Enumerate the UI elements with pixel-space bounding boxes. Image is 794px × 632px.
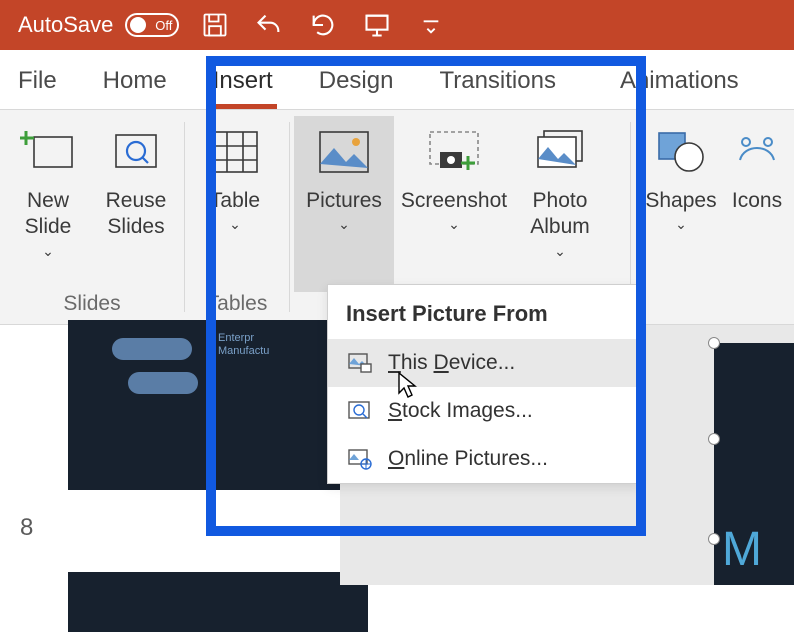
screenshot-icon <box>423 122 485 182</box>
icons-icon <box>726 122 788 182</box>
thumb-shape <box>112 338 192 360</box>
menu-item-label: Stock Images... <box>388 399 533 423</box>
customize-qat-icon[interactable] <box>413 7 449 43</box>
device-icon <box>346 351 374 375</box>
menu-item-label: Online Pictures... <box>388 447 548 471</box>
reuse-slides-button[interactable]: Reuse Slides <box>92 116 180 292</box>
undo-icon[interactable] <box>251 7 287 43</box>
screenshot-button[interactable]: Screenshot ⌄ <box>394 116 514 292</box>
tab-file[interactable]: File <box>14 57 61 109</box>
pictures-icon <box>313 122 375 182</box>
table-button[interactable]: Table ⌄ <box>189 116 281 292</box>
chevron-down-icon: ⌄ <box>338 216 350 233</box>
group-illustrations: Shapes ⌄ Icons <box>631 110 791 324</box>
selection-handle[interactable] <box>708 433 720 445</box>
table-label: Table <box>210 188 260 214</box>
group-tables: Table ⌄ Tables <box>185 110 289 324</box>
title-bar: AutoSave Off <box>0 0 794 50</box>
group-slides: New Slide ⌄ Reuse Slides Slides <box>0 110 184 324</box>
group-label-tables: Tables <box>189 292 285 320</box>
shapes-label: Shapes <box>645 188 716 214</box>
slide-thumbnail-panel: Enterpr Manufactu 8 <box>0 325 340 585</box>
chevron-down-icon: ⌄ <box>675 216 687 233</box>
photo-album-icon <box>529 122 591 182</box>
thumb-text: Enterpr Manufactu <box>218 332 269 358</box>
new-slide-button[interactable]: New Slide ⌄ <box>4 116 92 292</box>
group-label-slides: Slides <box>4 292 180 320</box>
autosave-label: AutoSave <box>18 12 113 38</box>
selection-handle[interactable] <box>708 337 720 349</box>
online-pictures-icon <box>346 447 374 471</box>
icons-label: Icons <box>732 188 782 214</box>
chevron-down-icon: ⌄ <box>554 243 566 260</box>
tab-insert[interactable]: Insert <box>209 57 277 109</box>
reuse-slides-label: Reuse Slides <box>106 188 167 241</box>
slide-number: 8 <box>20 514 326 542</box>
photo-album-button[interactable]: Photo Album ⌄ <box>514 116 606 292</box>
save-icon[interactable] <box>197 7 233 43</box>
chevron-down-icon: ⌄ <box>42 243 54 260</box>
slide-object[interactable]: M <box>714 343 794 585</box>
menu-item-this-device[interactable]: This Device... <box>328 339 638 387</box>
tab-home[interactable]: Home <box>99 57 171 109</box>
autosave-toggle[interactable]: Off <box>125 13 179 37</box>
slide-text: M <box>722 522 762 577</box>
new-slide-label: New Slide <box>25 188 72 241</box>
autosave-control[interactable]: AutoSave Off <box>18 12 179 38</box>
menu-item-stock-images[interactable]: Stock Images... <box>328 387 638 435</box>
tab-design[interactable]: Design <box>315 57 398 109</box>
thumb-shape <box>128 372 198 394</box>
shapes-button[interactable]: Shapes ⌄ <box>635 116 727 292</box>
screenshot-label: Screenshot <box>401 188 507 214</box>
slide-thumbnail[interactable]: Enterpr Manufactu <box>68 320 368 490</box>
pictures-label: Pictures <box>306 188 382 214</box>
toggle-knob <box>130 17 146 33</box>
stock-images-icon <box>346 399 374 423</box>
table-icon <box>204 122 266 182</box>
tab-transitions[interactable]: Transitions <box>435 57 559 109</box>
tab-animations[interactable]: Animations <box>616 57 743 109</box>
icons-button[interactable]: Icons <box>727 116 787 292</box>
chevron-down-icon: ⌄ <box>448 216 460 233</box>
dropdown-header: Insert Picture From <box>328 285 638 339</box>
reuse-slides-icon <box>105 122 167 182</box>
ribbon-tabs: File Home Insert Design Transitions Anim… <box>0 50 794 110</box>
photo-album-label: Photo Album <box>530 188 590 241</box>
new-slide-icon <box>17 122 79 182</box>
menu-item-online-pictures[interactable]: Online Pictures... <box>328 435 638 483</box>
slide-thumbnail[interactable] <box>68 572 368 632</box>
toggle-state-label: Off <box>155 18 172 33</box>
redo-icon[interactable] <box>305 7 341 43</box>
shapes-icon <box>650 122 712 182</box>
pictures-button[interactable]: Pictures ⌄ <box>294 116 394 292</box>
pictures-dropdown: Insert Picture From This Device... Stock… <box>327 284 639 484</box>
selection-handle[interactable] <box>708 533 720 545</box>
chevron-down-icon: ⌄ <box>229 216 241 233</box>
menu-item-label: This Device... <box>388 351 515 375</box>
present-icon[interactable] <box>359 7 395 43</box>
